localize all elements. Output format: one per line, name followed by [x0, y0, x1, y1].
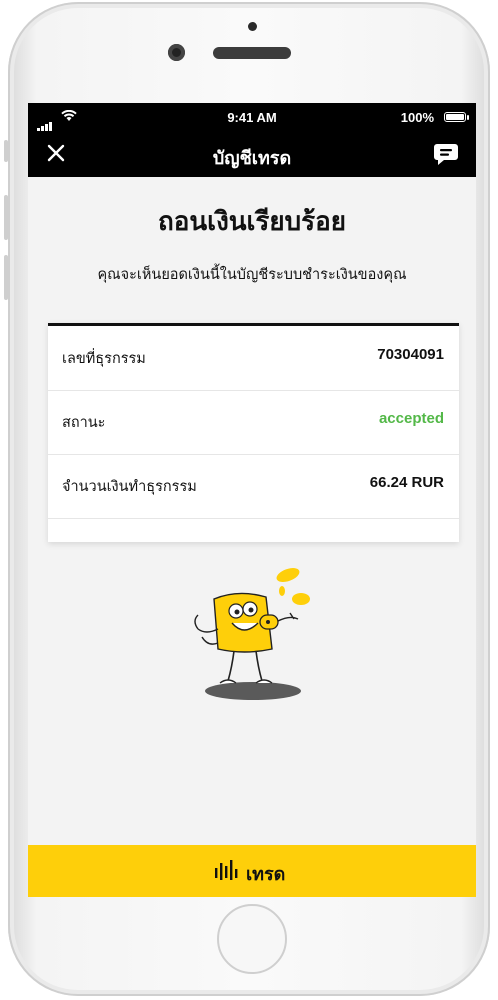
detail-label: เลขที่ธุรกรรม: [62, 351, 146, 367]
status-bar: 9:41 AM 100%: [28, 103, 476, 132]
detail-row-transaction-id: เลขที่ธุรกรรม 70304091: [48, 326, 459, 391]
status-badge: accepted: [378, 410, 444, 427]
mute-switch: [4, 140, 8, 162]
home-button[interactable]: [217, 904, 287, 974]
trade-button[interactable]: เทรด: [28, 845, 476, 897]
proximity-sensor: [248, 22, 257, 31]
page-title: บัญชีเทรด: [212, 148, 292, 169]
detail-row-status: สถานะ accepted: [48, 390, 459, 455]
chat-bubble-icon[interactable]: [432, 140, 460, 168]
battery-percent: 100%: [400, 110, 434, 125]
candlestick-icon: [215, 860, 238, 880]
earpiece-speaker: [213, 47, 291, 59]
nav-bar: บัญชีเทรด: [28, 131, 476, 177]
battery-icon: [444, 112, 466, 122]
battery-tip: [467, 115, 469, 120]
front-camera: [168, 44, 185, 61]
close-icon[interactable]: [44, 141, 68, 165]
success-subtitle: คุณจะเห็นยอดเงินนี้ในบัญชีระบบชำระเงินขอ…: [97, 267, 407, 283]
detail-value: 70304091: [377, 346, 444, 363]
volume-up-button: [4, 195, 8, 240]
success-heading: ถอนเงินเรียบร้อย: [158, 207, 346, 237]
trade-button-label: เทรด: [246, 864, 286, 885]
screen: 9:41 AM 100% บัญชีเทรด ถอนเงินเรียบร้อย …: [28, 103, 476, 897]
detail-value: 66.24 RUR: [369, 474, 444, 491]
detail-row-amount: จำนวนเงินทำธุรกรรม 66.24 RUR: [48, 454, 459, 519]
detail-label: จำนวนเงินทำธุรกรรม: [62, 479, 197, 495]
wallet-mascot-illustration: [194, 568, 310, 700]
volume-down-button: [4, 255, 8, 300]
transaction-details-card: เลขที่ธุรกรรม 70304091 สถานะ accepted จำ…: [48, 323, 459, 542]
detail-label: สถานะ: [62, 415, 106, 431]
